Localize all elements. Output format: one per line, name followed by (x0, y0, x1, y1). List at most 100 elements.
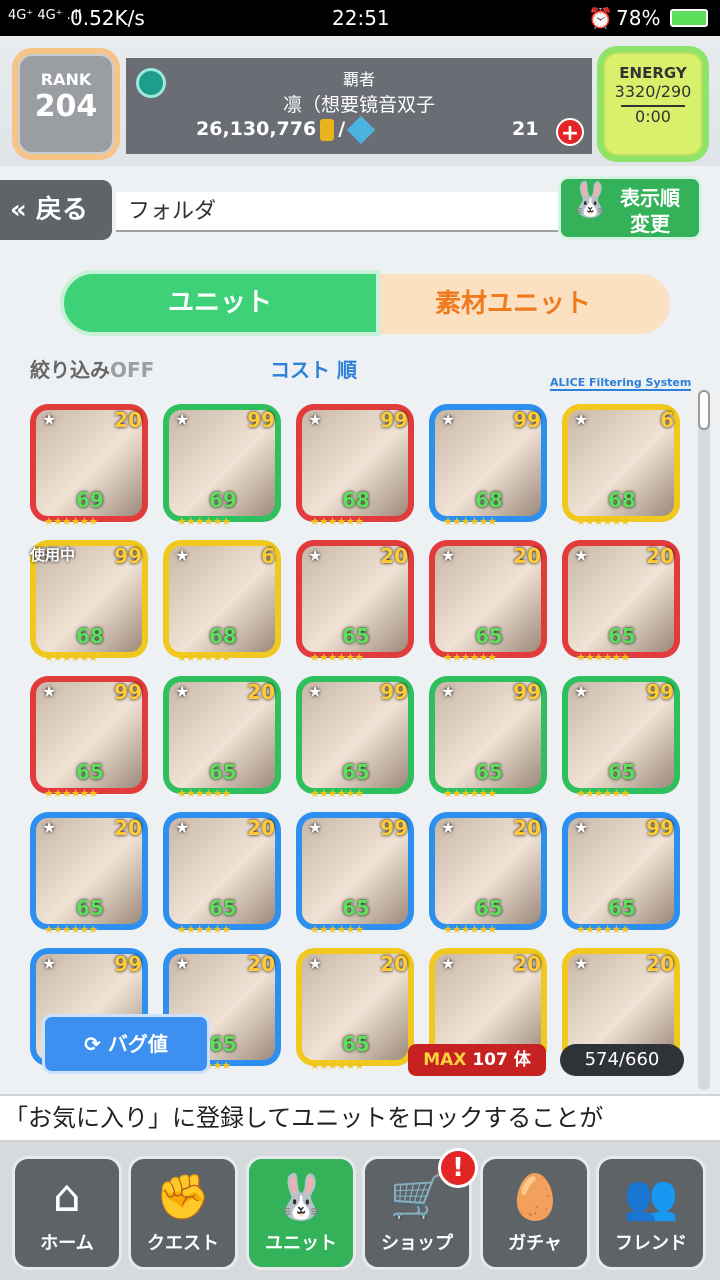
star-icon: ★ (441, 546, 456, 565)
bottom-navigation: ⌂ ホーム ✊ クエスト 🐰 ユニット 🛒 ショップ 🥚 ガチャ 👥 フレンド (0, 1142, 720, 1280)
unit-card[interactable]: ★ 99 65 ★★★★★★ (296, 676, 414, 800)
unit-card[interactable]: ★ 20 69 ★★★★★★ (30, 404, 148, 528)
nav-friend-label: フレンド (615, 1233, 687, 1254)
star-icon: ★ (42, 682, 57, 701)
rarity-stars: ★★★★★★ (44, 515, 98, 528)
unit-card[interactable]: ★ 20 65 ★★★★★★ (163, 812, 281, 936)
star-icon: ★ (175, 954, 190, 973)
unit-card[interactable]: ★ 20 65 ★★★★★★ (296, 948, 414, 1072)
rarity-stars: ★★★★★★ (576, 651, 630, 664)
refresh-icon: ⟳ (84, 1032, 101, 1056)
star-icon: ★ (42, 954, 57, 973)
unit-count: 99 (114, 544, 142, 568)
tab-unit[interactable]: ユニット (60, 270, 380, 336)
nav-home-button[interactable]: ⌂ ホーム (12, 1156, 122, 1270)
unit-level: 65 (475, 624, 503, 648)
grid-scrollbar[interactable] (698, 390, 710, 1090)
sort-order-button[interactable]: 🐰 表示順変更 (558, 176, 702, 240)
unit-status: 使用中 (30, 546, 76, 564)
network-speed: 0.52K/s (70, 6, 145, 30)
unit-card[interactable]: ★ 99 65 ★★★★★★ (296, 812, 414, 936)
rarity-stars: ★★★★★★ (44, 651, 98, 664)
unit-level: 65 (608, 624, 636, 648)
egg-icon: 🥚 (507, 1172, 563, 1223)
rank-value: 204 (34, 89, 98, 124)
unit-count: 20 (646, 952, 674, 976)
star-icon: ★ (175, 410, 190, 429)
tip-ticker: 「お気に入り」に登録してユニットをロックすることが (0, 1094, 720, 1142)
star-icon: ★ (441, 818, 456, 837)
unit-card[interactable]: ★ 20 65 ★★★★★★ (163, 676, 281, 800)
double-chevron-left-icon: « (10, 195, 27, 225)
bunny-icon: 🐰 (273, 1172, 329, 1223)
rank-badge: RANK 204 (12, 48, 120, 160)
coin-icon (320, 118, 335, 141)
rarity-stars: ★★★★★★ (44, 787, 98, 800)
unit-card[interactable]: ★ 99 65 ★★★★★★ (30, 676, 148, 800)
tab-material-unit[interactable]: 素材ユニット (356, 274, 670, 334)
nav-gacha-button[interactable]: 🥚 ガチャ (480, 1156, 590, 1270)
friends-icon: 👥 (623, 1172, 679, 1223)
unit-level: 65 (342, 1032, 370, 1056)
unit-card[interactable]: ★ 99 68 ★★★★★★ (429, 404, 547, 528)
unit-card[interactable]: ★ 99 65 ★★★★★★ (562, 812, 680, 936)
nav-unit-button[interactable]: 🐰 ユニット (246, 1156, 356, 1270)
back-button[interactable]: « 戻る (0, 180, 112, 240)
nav-quest-button[interactable]: ✊ クエスト (128, 1156, 238, 1270)
unit-count: 20 (646, 544, 674, 568)
star-icon: ★ (308, 410, 323, 429)
filter-state: OFF (110, 358, 155, 382)
unit-card[interactable]: ★ 20 65 ★★★★★★ (30, 812, 148, 936)
unit-card[interactable]: ★ 20 65 ★★★★★★ (562, 540, 680, 664)
unit-card[interactable]: ★ 99 69 ★★★★★★ (163, 404, 281, 528)
unit-card[interactable]: ★ 6 68 ★★★★★★ (562, 404, 680, 528)
unit-count: 99 (513, 408, 541, 432)
add-stone-button[interactable]: + (556, 118, 584, 146)
filter-toggle[interactable]: 絞り込みOFF (30, 354, 154, 383)
alarm-icon: ⏰ (588, 6, 613, 30)
star-icon: ★ (175, 818, 190, 837)
star-icon: ★ (574, 818, 589, 837)
bug-value-button[interactable]: ⟳ バグ値 (42, 1014, 210, 1074)
nav-friend-button[interactable]: 👥 フレンド (596, 1156, 706, 1270)
unit-level: 68 (342, 488, 370, 512)
rarity-stars: ★★★★★★ (576, 787, 630, 800)
filtering-system-label: ALICE Filtering System (550, 376, 692, 391)
unit-card[interactable]: ★ 20 65 ★★★★★★ (296, 540, 414, 664)
scroll-thumb[interactable] (698, 390, 710, 430)
battery-icon (670, 9, 708, 27)
unit-card[interactable]: ★ 20 65 ★★★★★★ (429, 540, 547, 664)
unit-card[interactable]: ★ 99 65 ★★★★★★ (562, 676, 680, 800)
unit-count: 99 (114, 680, 142, 704)
star-icon: ★ (308, 546, 323, 565)
unit-count: 6 (660, 408, 674, 432)
unit-card[interactable]: ★ 6 68 ★★★★★★ (163, 540, 281, 664)
energy-value: 3320/290 (614, 82, 692, 101)
unit-card[interactable]: ★ 99 68 ★★★★★★ (296, 404, 414, 528)
max-value: 107 体 (472, 1050, 531, 1070)
unit-level: 65 (76, 760, 104, 784)
unit-card[interactable]: ★ 使用中 99 68 ★★★★★★ (30, 540, 148, 664)
unit-count: 99 (380, 408, 408, 432)
rarity-stars: ★★★★★★ (177, 515, 231, 528)
rarity-stars: ★★★★★★ (310, 651, 364, 664)
navigation-row: « 戻る フォルダ 🐰 表示順変更 (0, 176, 720, 246)
nav-shop-label: ショップ (381, 1233, 453, 1254)
rarity-stars: ★★★★★★ (177, 923, 231, 936)
unit-count: 20 (513, 816, 541, 840)
rarity-stars: ★★★★★★ (310, 1059, 364, 1072)
star-icon: ★ (308, 682, 323, 701)
handshake-icon: ✊ (155, 1172, 211, 1223)
rarity-stars: ★★★★★★ (177, 651, 231, 664)
rarity-stars: ★★★★★★ (443, 923, 497, 936)
unit-level: 65 (76, 896, 104, 920)
unit-level: 65 (209, 760, 237, 784)
unit-level: 65 (342, 896, 370, 920)
star-icon: ★ (175, 682, 190, 701)
unit-level: 68 (608, 488, 636, 512)
sort-selector[interactable]: コスト 順 (270, 354, 357, 383)
stone-count: 21 (512, 118, 539, 140)
unit-level: 68 (209, 624, 237, 648)
unit-card[interactable]: ★ 99 65 ★★★★★★ (429, 676, 547, 800)
unit-card[interactable]: ★ 20 65 ★★★★★★ (429, 812, 547, 936)
